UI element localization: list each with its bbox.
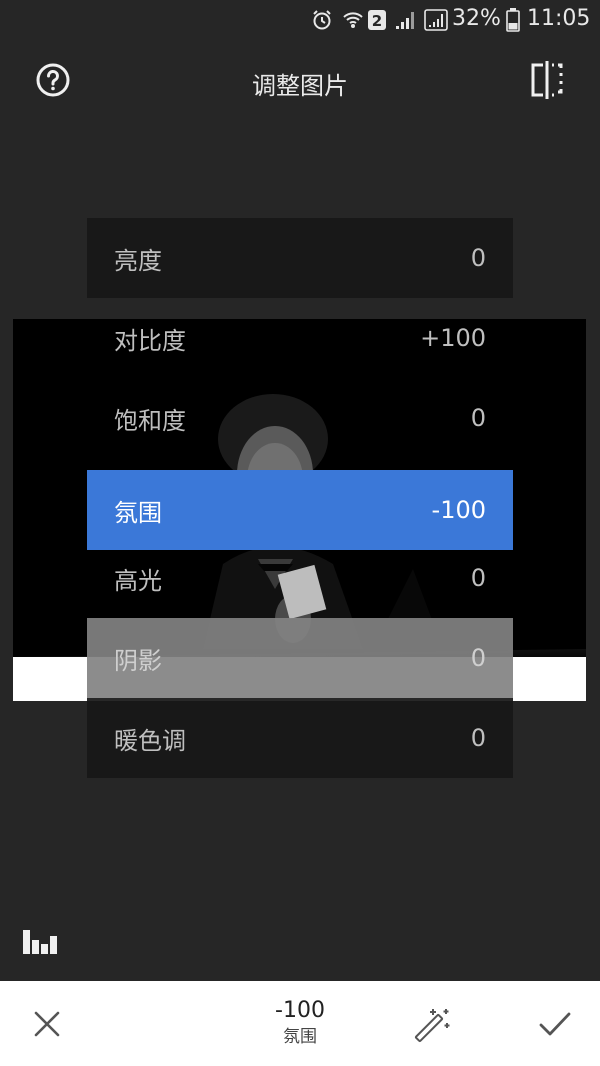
header-bar: 调整图片 bbox=[0, 56, 600, 106]
compare-button[interactable] bbox=[530, 61, 564, 99]
menu-item-brightness[interactable]: 亮度 0 bbox=[87, 218, 513, 298]
magic-wand-icon bbox=[414, 1009, 450, 1043]
menu-item-value: 0 bbox=[470, 564, 486, 592]
page-title: 调整图片 bbox=[252, 72, 348, 100]
histogram-button[interactable] bbox=[23, 930, 59, 954]
menu-item-value: 0 bbox=[470, 244, 486, 272]
current-adjustment: -100 氛围 bbox=[200, 997, 400, 1049]
adjust-image-screen: 2 32% 11:05 调整图片 亮度 0 对比度 +100 饱和度 0 氛围 … bbox=[0, 0, 600, 1066]
battery-icon bbox=[506, 8, 520, 32]
bottom-toolbar: -100 氛围 bbox=[0, 981, 600, 1066]
current-value: -100 bbox=[275, 998, 325, 1023]
menu-item-value: -100 bbox=[431, 496, 486, 524]
sim-badge-number: 2 bbox=[372, 12, 382, 30]
current-label: 氛围 bbox=[283, 1027, 317, 1047]
auto-adjust-button[interactable] bbox=[413, 1005, 453, 1045]
menu-item-value: 0 bbox=[470, 724, 486, 752]
menu-item-value: +100 bbox=[420, 324, 486, 352]
menu-item-label: 高光 bbox=[114, 566, 162, 595]
sim-2-icon: 2 bbox=[367, 9, 387, 31]
battery-percent: 32% bbox=[452, 6, 501, 31]
status-bar: 2 32% 11:05 bbox=[0, 0, 600, 40]
close-icon bbox=[34, 1011, 60, 1037]
menu-item-value: 0 bbox=[470, 644, 486, 672]
signal-icon bbox=[424, 9, 448, 31]
adjust-menu: 亮度 0 对比度 +100 饱和度 0 氛围 -100 高光 0 阴影 0 暖色… bbox=[87, 216, 513, 778]
menu-item-highlights[interactable]: 高光 0 bbox=[87, 538, 513, 618]
menu-item-value: 0 bbox=[470, 404, 486, 432]
wifi-icon bbox=[342, 9, 364, 31]
histogram-icon bbox=[23, 930, 57, 954]
compare-split-icon bbox=[531, 61, 563, 99]
signal-icon bbox=[394, 9, 418, 31]
menu-item-contrast[interactable]: 对比度 +100 bbox=[87, 298, 513, 378]
cancel-button[interactable] bbox=[32, 1009, 62, 1039]
menu-item-label: 饱和度 bbox=[114, 406, 186, 435]
menu-item-saturation[interactable]: 饱和度 0 bbox=[87, 378, 513, 458]
menu-item-label: 对比度 bbox=[114, 326, 186, 355]
check-icon bbox=[539, 1012, 571, 1036]
menu-item-shadows[interactable]: 阴影 0 bbox=[87, 618, 513, 698]
menu-item-label: 阴影 bbox=[114, 646, 162, 675]
menu-item-label: 氛围 bbox=[114, 498, 162, 527]
menu-item-label: 亮度 bbox=[114, 246, 162, 275]
menu-item-warmth[interactable]: 暖色调 0 bbox=[87, 698, 513, 778]
menu-item-label: 暖色调 bbox=[114, 726, 186, 755]
alarm-icon bbox=[311, 9, 333, 31]
confirm-button[interactable] bbox=[538, 1009, 572, 1039]
clock-time: 11:05 bbox=[527, 6, 591, 31]
